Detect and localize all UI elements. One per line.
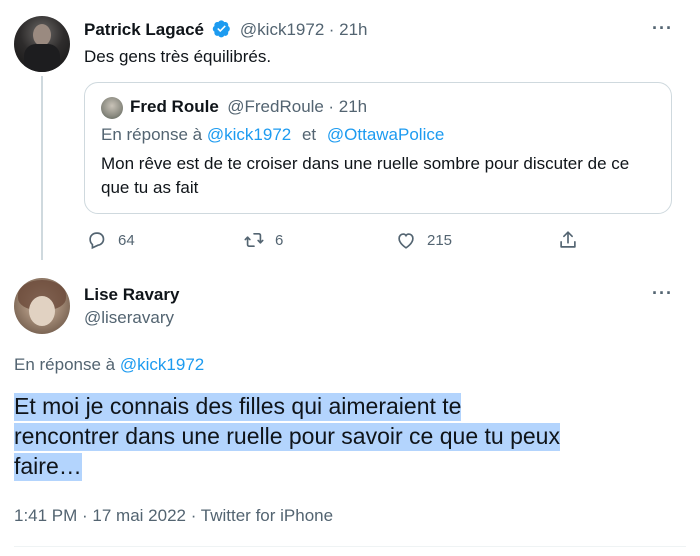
avatar[interactable]	[14, 278, 70, 334]
reply-button[interactable]: 64	[86, 229, 135, 251]
quote-text-line: Mon rêve est de te croiser dans une ruel…	[101, 154, 630, 173]
quote-text-line: que tu as fait	[101, 178, 199, 197]
quote-reply-context: En réponse à @kick1972 et @OttawaPolice	[101, 125, 444, 145]
quote-header: Fred Roule @FredRoule · 21h	[130, 97, 367, 117]
reply-prefix: En réponse à	[14, 355, 116, 374]
author-handle[interactable]: @liseravary	[84, 308, 174, 328]
separator-dot: ·	[328, 97, 339, 116]
retweet-icon	[244, 232, 264, 248]
share-button[interactable]	[557, 229, 579, 251]
author-name[interactable]: Lise Ravary	[84, 285, 179, 305]
more-options-icon[interactable]: ···	[652, 18, 673, 39]
avatar[interactable]	[14, 16, 70, 72]
author-name[interactable]: Patrick Lagacé	[84, 20, 204, 39]
tweet-text: Et moi je connais des filles qui aimerai…	[14, 391, 686, 481]
author-handle[interactable]: @kick1972	[240, 20, 324, 39]
avatar-body	[24, 44, 60, 72]
divider	[14, 546, 686, 547]
quote-time: 21h	[338, 97, 368, 116]
quote-author-handle: @FredRoule	[227, 97, 324, 116]
reply-mention[interactable]: @kick1972	[120, 355, 204, 374]
quote-text: Mon rêve est de te croiser dans une ruel…	[101, 152, 661, 200]
tweet-time[interactable]: 21h	[339, 20, 367, 39]
quote-avatar	[101, 97, 123, 119]
share-icon	[560, 231, 576, 248]
retweet-button[interactable]: 6	[243, 229, 283, 251]
selected-text-line: Et moi je connais des filles qui aimerai…	[14, 393, 462, 421]
selected-text-line: faire…	[14, 453, 82, 481]
reply-mention[interactable]: @kick1972	[207, 125, 291, 144]
avatar-head	[33, 24, 51, 46]
like-count: 215	[427, 231, 453, 249]
like-button[interactable]: 215	[395, 229, 452, 251]
tweet-text: Des gens très équilibrés.	[84, 47, 272, 66]
more-options-icon[interactable]: ···	[652, 283, 673, 304]
selected-text-line: rencontrer dans une ruelle pour savoir c…	[14, 423, 560, 451]
reply-joiner: et	[301, 125, 317, 144]
thread-line	[41, 76, 43, 260]
reply-icon	[89, 232, 105, 250]
verified-badge-icon	[213, 20, 231, 38]
reply-prefix: En réponse à	[101, 125, 203, 144]
tweet-meta[interactable]: 1:41 PM · 17 mai 2022 · Twitter for iPho…	[14, 506, 333, 526]
reply-context: En réponse à @kick1972	[14, 355, 204, 375]
separator-dot: ·	[328, 20, 340, 39]
reply-count: 64	[118, 231, 135, 249]
tweet-header: Patrick Lagacé @kick1972 · 21h	[84, 19, 368, 40]
heart-icon	[398, 233, 414, 249]
reply-mention[interactable]: @OttawaPolice	[327, 125, 444, 144]
avatar-face	[29, 296, 55, 326]
retweet-count: 6	[275, 231, 284, 249]
quote-author-name: Fred Roule	[130, 97, 219, 116]
